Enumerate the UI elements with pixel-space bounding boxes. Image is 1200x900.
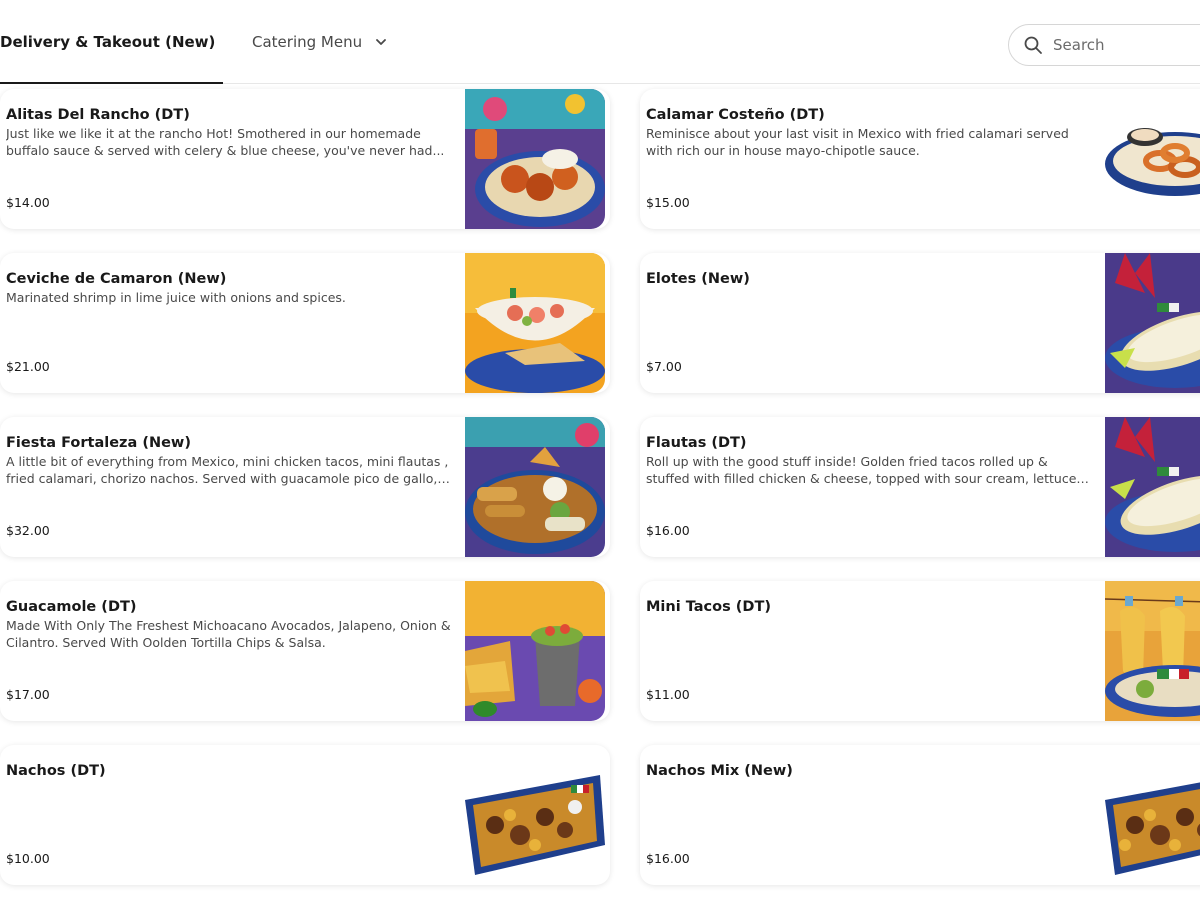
menu-item-card[interactable]: Mini Tacos (DT) $11.00 (640, 581, 1200, 721)
item-description: Reminisce about your last visit in Mexic… (646, 126, 1069, 158)
item-photo (1105, 745, 1200, 885)
item-photo (465, 253, 605, 393)
item-photo (465, 417, 605, 557)
menu-item-card[interactable]: Elotes (New) $7.00 (640, 253, 1200, 393)
item-price: $14.00 (6, 195, 50, 210)
item-price: $16.00 (646, 523, 690, 538)
item-name: Flautas (DT) (646, 435, 747, 451)
item-price: $21.00 (6, 359, 50, 374)
tab-delivery-takeout[interactable]: Delivery & Takeout (New) (0, 0, 223, 84)
item-description: A little bit of everything from Mexico, … (6, 454, 449, 486)
item-description: Marinated shrimp in lime juice with onio… (6, 290, 346, 305)
item-photo (1105, 253, 1200, 393)
search-box[interactable] (1008, 24, 1200, 66)
menu-item-card[interactable]: Calamar Costeño (DT) Reminisce about you… (640, 89, 1200, 229)
item-price: $7.00 (646, 359, 682, 374)
item-name: Nachos (DT) (6, 763, 106, 779)
search-input[interactable] (1053, 36, 1200, 54)
item-photo (465, 581, 605, 721)
item-price: $11.00 (646, 687, 690, 702)
item-name: Ceviche de Camaron (New) (6, 271, 227, 287)
item-price: $32.00 (6, 523, 50, 538)
menu-item-card[interactable]: Ceviche de Camaron (New) Marinated shrim… (0, 253, 610, 393)
item-name: Calamar Costeño (DT) (646, 107, 825, 123)
menu-item-card[interactable]: Guacamole (DT) Made With Only The Freshe… (0, 581, 610, 721)
item-photo (465, 89, 605, 229)
item-name: Guacamole (DT) (6, 599, 137, 615)
item-photo (1105, 89, 1200, 229)
item-price: $10.00 (6, 851, 50, 866)
menu-header: Delivery & Takeout (New) Catering Menu (0, 0, 1200, 84)
item-price: $15.00 (646, 195, 690, 210)
tab-label: Catering Menu (252, 33, 363, 51)
item-name: Mini Tacos (DT) (646, 599, 771, 615)
item-description: Made With Only The Freshest Michoacano A… (6, 618, 451, 650)
tab-label: Delivery & Takeout (New) (0, 33, 216, 51)
menu-item-card[interactable]: Flautas (DT) Roll up with the good stuff… (640, 417, 1200, 557)
item-photo (1105, 417, 1200, 557)
item-price: $17.00 (6, 687, 50, 702)
item-name: Alitas Del Rancho (DT) (6, 107, 190, 123)
item-price: $16.00 (646, 851, 690, 866)
item-name: Fiesta Fortaleza (New) (6, 435, 191, 451)
menu-item-card[interactable]: Nachos Mix (New) $16.00 (640, 745, 1200, 885)
item-name: Nachos Mix (New) (646, 763, 793, 779)
menu-item-card[interactable]: Fiesta Fortaleza (New) A little bit of e… (0, 417, 610, 557)
item-name: Elotes (New) (646, 271, 750, 287)
tab-catering-menu[interactable]: Catering Menu (252, 0, 388, 84)
item-description: Just like we like it at the rancho Hot! … (6, 126, 445, 158)
search-icon (1024, 36, 1042, 54)
menu-item-card[interactable]: Nachos (DT) $10.00 (0, 745, 610, 885)
chevron-down-icon (376, 39, 386, 45)
active-tab-indicator (0, 82, 223, 84)
menu-item-card[interactable]: Alitas Del Rancho (DT) Just like we like… (0, 89, 610, 229)
item-description: Roll up with the good stuff inside! Gold… (646, 454, 1091, 486)
item-photo (465, 745, 605, 885)
item-photo (1105, 581, 1200, 721)
